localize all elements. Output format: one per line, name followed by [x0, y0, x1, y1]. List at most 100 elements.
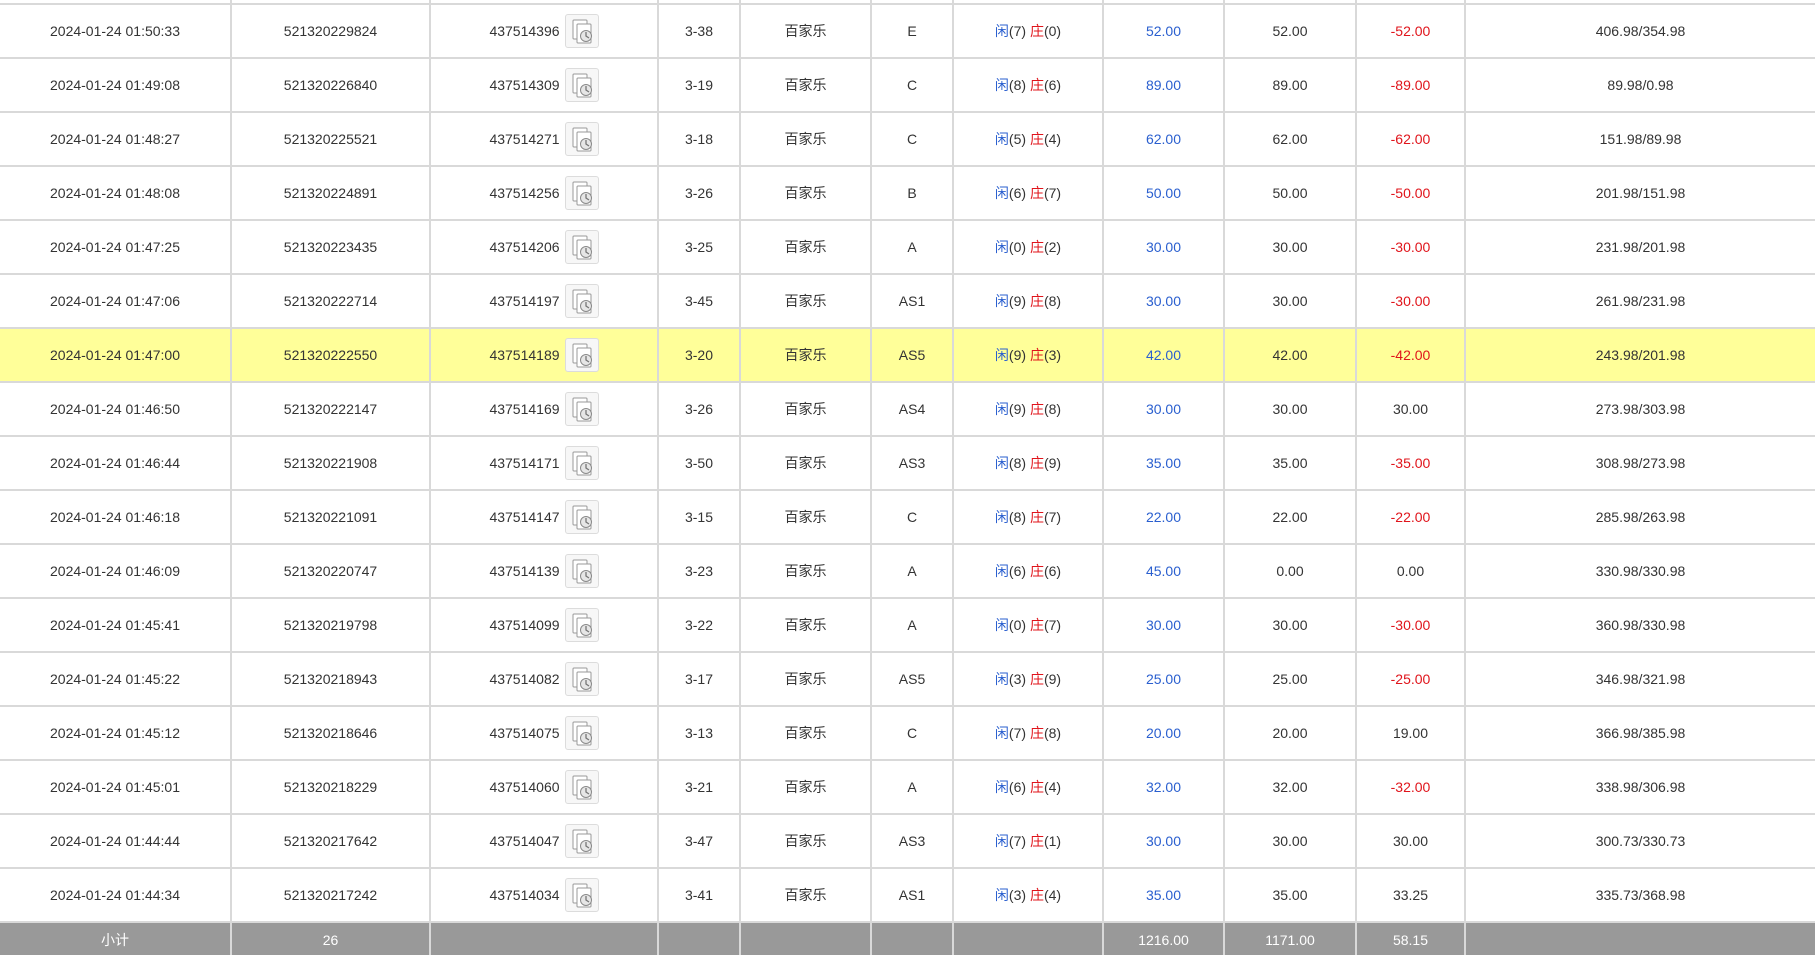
player-label: 闲	[994, 131, 1009, 147]
game-replay-icon[interactable]	[564, 878, 599, 912]
result-cell: 闲(9) 庄(8)	[953, 382, 1104, 437]
banker-label: 庄	[1029, 833, 1044, 849]
shoe-number: 3-50	[658, 436, 741, 491]
bet-time: 2024-01-24 01:47:00	[0, 328, 232, 383]
win-loss: -52.00	[1356, 4, 1466, 59]
table-row[interactable]: 2024-01-24 01:44:44 521320217642 4375140…	[0, 814, 1815, 869]
banker-label: 庄	[1029, 455, 1044, 471]
game-replay-icon[interactable]	[564, 14, 599, 48]
player-label: 闲	[994, 509, 1009, 525]
shoe-number: 3-38	[658, 4, 741, 59]
win-loss: -22.00	[1356, 490, 1466, 545]
game-replay-icon[interactable]	[564, 284, 599, 318]
bet-amount: 22.00	[1103, 490, 1225, 545]
records-body: 2024-01-24 01:50:33 521320229824 4375143…	[0, 0, 1815, 955]
table-row[interactable]: 2024-01-24 01:47:25 521320223435 4375142…	[0, 220, 1815, 275]
table-row[interactable]: 2024-01-24 01:48:08 521320224891 4375142…	[0, 166, 1815, 221]
table-row[interactable]: 2024-01-24 01:45:41 521320219798 4375140…	[0, 598, 1815, 653]
game-replay-icon[interactable]	[564, 608, 599, 642]
table-row[interactable]: 2024-01-24 01:47:00 521320222550 4375141…	[0, 328, 1815, 383]
game-replay-icon[interactable]	[564, 68, 599, 102]
shoe-number: 3-22	[658, 598, 741, 653]
table-row[interactable]: 2024-01-24 01:47:06 521320222714 4375141…	[0, 274, 1815, 329]
game-type: 百家乐	[740, 274, 872, 329]
round-id: 437514396	[489, 23, 560, 39]
balance-before-after: 406.98/354.98	[1465, 4, 1815, 59]
win-loss: -89.00	[1356, 58, 1466, 113]
shoe-number: 3-25	[658, 220, 741, 275]
table-name: AS3	[871, 436, 954, 491]
table-row[interactable]: 2024-01-24 01:45:12 521320218646 4375140…	[0, 706, 1815, 761]
balance-before-after: 273.98/303.98	[1465, 382, 1815, 437]
round-id-cell: 437514256	[430, 166, 659, 221]
shoe-number: 3-13	[658, 706, 741, 761]
result-cell: 闲(9) 庄(8)	[953, 274, 1104, 329]
banker-label: 庄	[1029, 887, 1044, 903]
subtotal-empty-cell	[740, 922, 872, 955]
shoe-number: 3-15	[658, 490, 741, 545]
banker-label: 庄	[1029, 671, 1044, 687]
table-row[interactable]: 2024-01-24 01:48:27 521320225521 4375142…	[0, 112, 1815, 167]
result-cell: 闲(5) 庄(4)	[953, 112, 1104, 167]
banker-score: (6)	[1043, 563, 1062, 579]
game-type: 百家乐	[740, 382, 872, 437]
game-replay-icon[interactable]	[564, 500, 599, 534]
player-label: 闲	[994, 617, 1009, 633]
table-row[interactable]: 2024-01-24 01:46:09 521320220747 4375141…	[0, 544, 1815, 599]
banker-label: 庄	[1029, 725, 1044, 741]
banker-score: (3)	[1043, 347, 1062, 363]
game-replay-icon[interactable]	[564, 176, 599, 210]
table-row[interactable]: 2024-01-24 01:50:33 521320229824 4375143…	[0, 4, 1815, 59]
table-row[interactable]: 2024-01-24 01:44:34 521320217242 4375140…	[0, 868, 1815, 923]
round-id-cell: 437514147	[430, 490, 659, 545]
game-replay-icon[interactable]	[564, 338, 599, 372]
order-id: 521320226840	[231, 58, 431, 113]
result-cell: 闲(8) 庄(7)	[953, 490, 1104, 545]
game-replay-icon[interactable]	[564, 824, 599, 858]
shoe-number: 3-18	[658, 112, 741, 167]
game-type: 百家乐	[740, 868, 872, 923]
bet-time: 2024-01-24 01:45:01	[0, 760, 232, 815]
banker-score: (1)	[1043, 833, 1062, 849]
win-loss: -32.00	[1356, 760, 1466, 815]
bet-time: 2024-01-24 01:47:25	[0, 220, 232, 275]
game-replay-icon[interactable]	[564, 662, 599, 696]
table-row[interactable]: 2024-01-24 01:46:50 521320222147 4375141…	[0, 382, 1815, 437]
game-replay-icon[interactable]	[564, 716, 599, 750]
banker-label: 庄	[1029, 509, 1044, 525]
banker-score: (7)	[1043, 617, 1062, 633]
table-row[interactable]: 2024-01-24 01:49:08 521320226840 4375143…	[0, 58, 1815, 113]
valid-bet: 42.00	[1224, 328, 1357, 383]
win-loss: -25.00	[1356, 652, 1466, 707]
player-label: 闲	[994, 725, 1009, 741]
table-row[interactable]: 2024-01-24 01:46:18 521320221091 4375141…	[0, 490, 1815, 545]
player-score: (9)	[1008, 347, 1027, 363]
player-label: 闲	[994, 401, 1009, 417]
balance-before-after: 243.98/201.98	[1465, 328, 1815, 383]
table-row[interactable]: 2024-01-24 01:45:01 521320218229 4375140…	[0, 760, 1815, 815]
valid-bet: 32.00	[1224, 760, 1357, 815]
game-replay-icon[interactable]	[564, 122, 599, 156]
game-replay-icon[interactable]	[564, 770, 599, 804]
game-replay-icon[interactable]	[564, 230, 599, 264]
game-replay-icon[interactable]	[564, 554, 599, 588]
subtotal-empty-cell	[871, 922, 954, 955]
win-loss: -30.00	[1356, 598, 1466, 653]
table-row[interactable]: 2024-01-24 01:45:22 521320218943 4375140…	[0, 652, 1815, 707]
game-type: 百家乐	[740, 112, 872, 167]
game-replay-icon[interactable]	[564, 446, 599, 480]
result-cell: 闲(8) 庄(6)	[953, 58, 1104, 113]
table-row[interactable]: 2024-01-24 01:46:44 521320221908 4375141…	[0, 436, 1815, 491]
banker-score: (2)	[1043, 239, 1062, 255]
player-score: (5)	[1008, 131, 1027, 147]
game-type: 百家乐	[740, 220, 872, 275]
banker-label: 庄	[1029, 617, 1044, 633]
win-loss: -62.00	[1356, 112, 1466, 167]
table-name: B	[871, 166, 954, 221]
table-name: A	[871, 220, 954, 275]
game-replay-icon[interactable]	[564, 392, 599, 426]
round-id: 437514271	[489, 131, 560, 147]
player-label: 闲	[994, 239, 1009, 255]
subtotal-empty-cell	[953, 922, 1104, 955]
player-score: (0)	[1008, 239, 1027, 255]
